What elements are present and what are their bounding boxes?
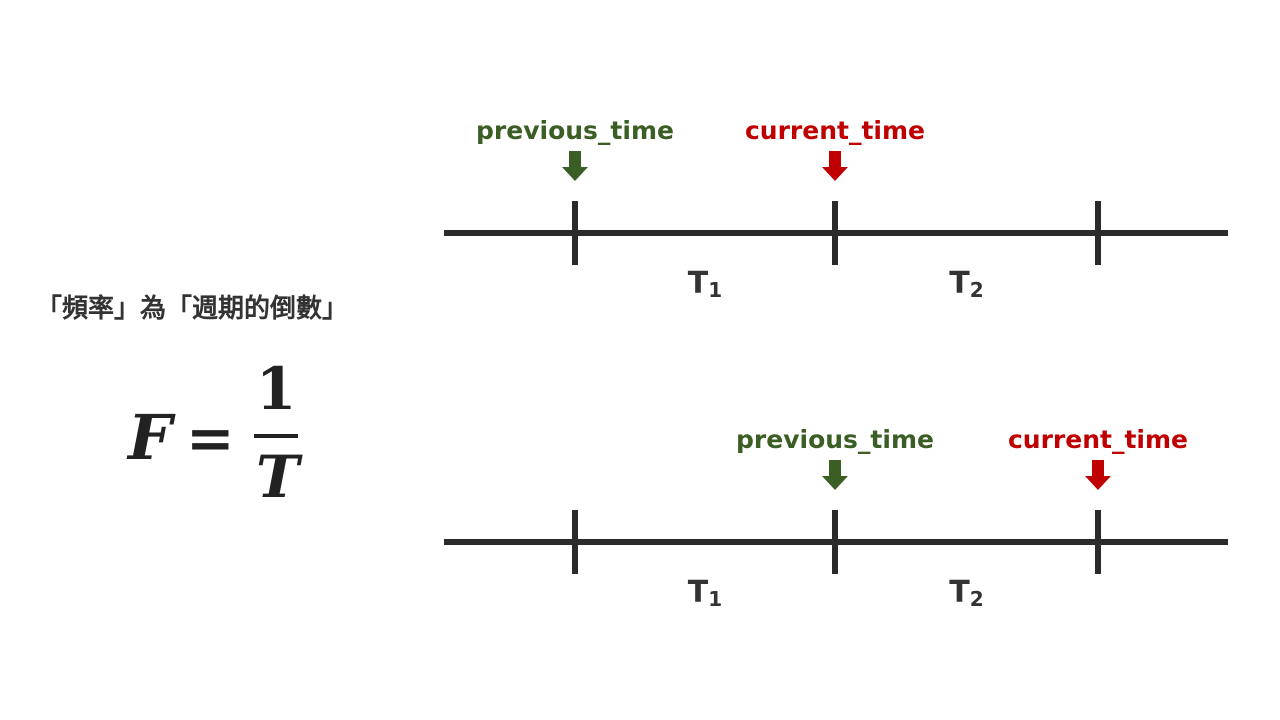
period-main: T — [688, 266, 709, 301]
period-subscript: 1 — [708, 278, 722, 302]
timeline-1-period-label-1: T1 — [688, 266, 722, 302]
period-subscript: 1 — [708, 587, 722, 611]
current-time-label: current_time — [1008, 425, 1188, 454]
previous-time-label: previous_time — [476, 116, 674, 145]
down-arrow-icon — [1085, 460, 1111, 490]
timelines-diagram: T1 T2previous_time current_timeT1 T2previou… — [444, 116, 1228, 611]
timeline-2-period-label-2: T2 — [949, 575, 983, 611]
down-arrow-icon — [562, 151, 588, 181]
diagram-canvas: 「頻率」為「週期的倒數」 F = 1 T T1 T2 previous_time cu… — [0, 0, 1280, 720]
period-main: T — [949, 266, 970, 301]
timeline-1-period-label-2: T2 — [949, 266, 983, 302]
timeline-2-period-label-1: T1 — [688, 575, 722, 611]
previous-time-label: previous_time — [736, 425, 934, 454]
down-arrow-icon — [822, 151, 848, 181]
period-main: T — [949, 575, 970, 610]
current-time-label: current_time — [745, 116, 925, 145]
period-subscript: 2 — [970, 587, 984, 611]
period-main: T — [688, 575, 709, 610]
down-arrow-icon — [822, 460, 848, 490]
period-subscript: 2 — [970, 278, 984, 302]
